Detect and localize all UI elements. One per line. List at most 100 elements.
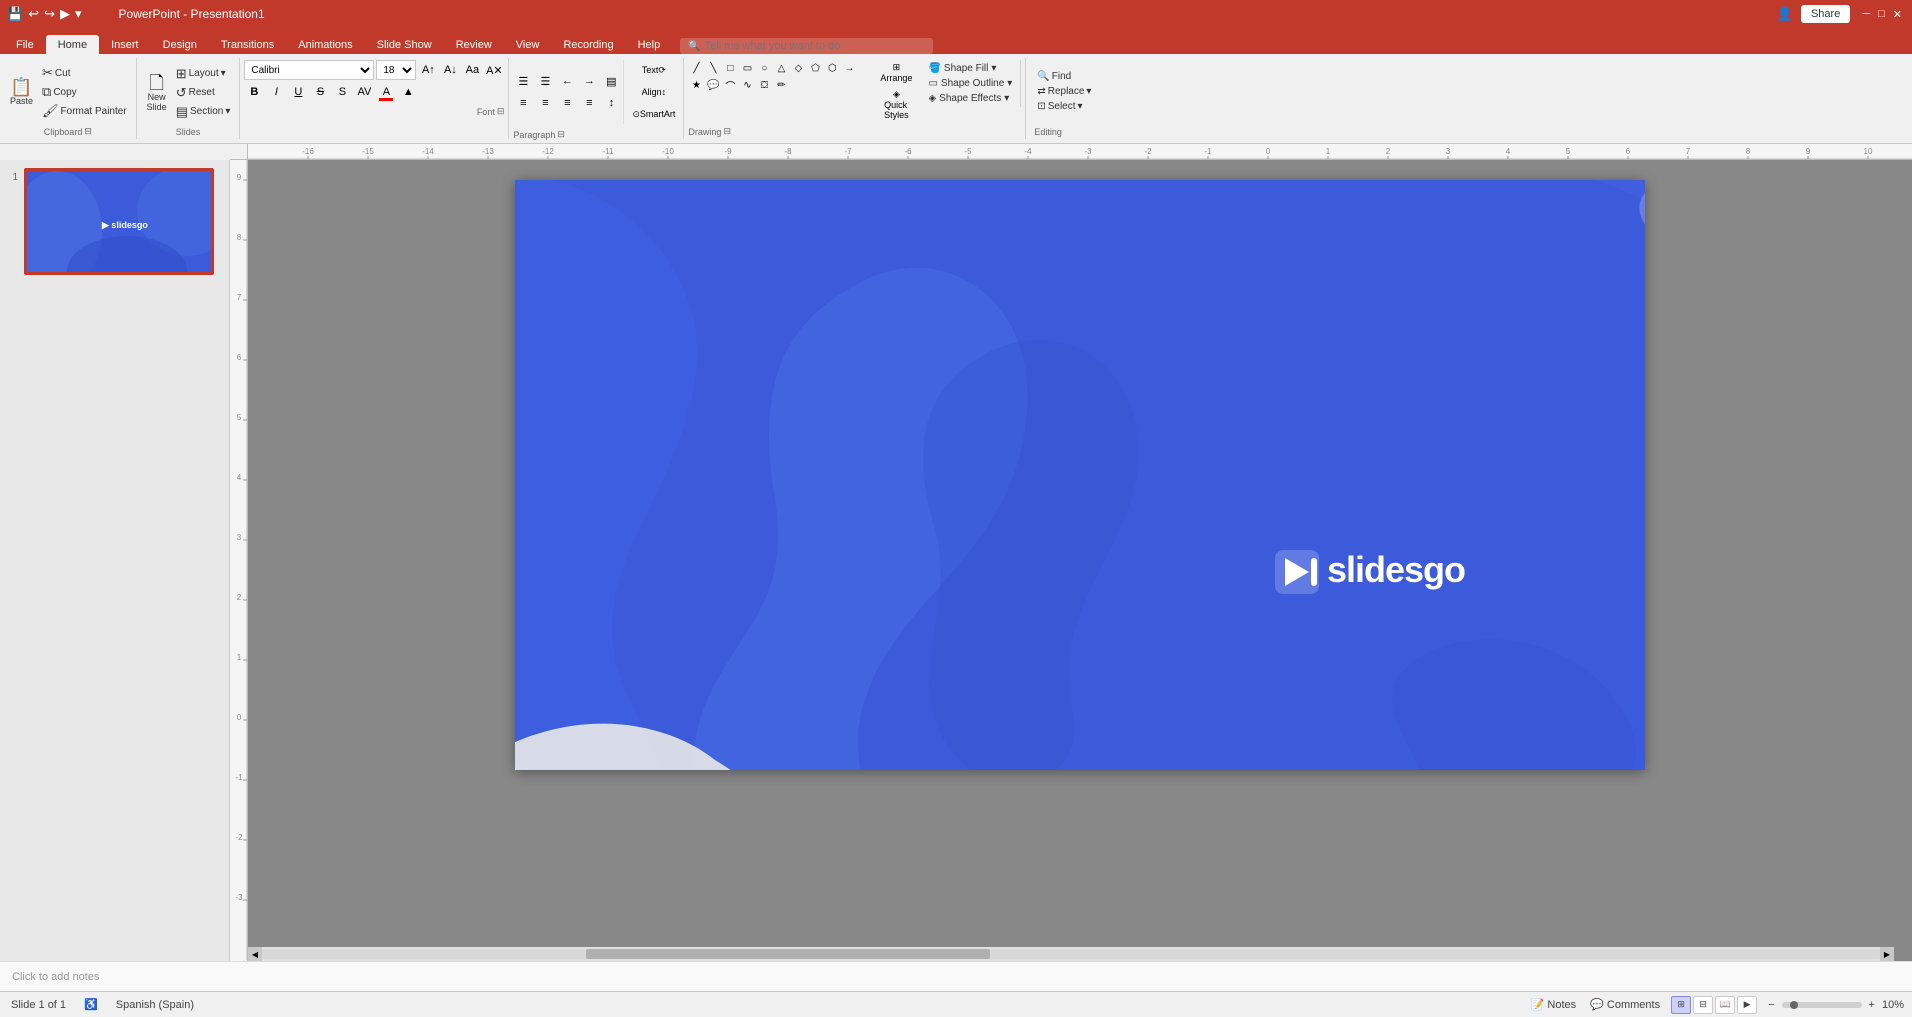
paragraph-expand-icon[interactable]: ⊟	[557, 129, 565, 140]
search-input[interactable]	[705, 40, 925, 52]
oval-shape[interactable]: ○	[756, 60, 772, 76]
shape-effects-dropdown[interactable]: ▾	[1004, 93, 1009, 104]
select-button[interactable]: ⊡ Select ▾	[1034, 100, 1094, 113]
tab-review[interactable]: Review	[444, 35, 504, 54]
arrow-shape[interactable]: →	[841, 60, 857, 76]
tab-help[interactable]: Help	[626, 35, 673, 54]
tab-slideshow[interactable]: Slide Show	[365, 35, 444, 54]
quick-styles-button[interactable]: ◈ Quick Styles	[876, 87, 916, 122]
slideshow-view-button[interactable]: ▶	[1737, 996, 1757, 1014]
align-center-button[interactable]: ≡	[535, 93, 555, 113]
replace-button[interactable]: ⇄ Replace ▾	[1034, 85, 1094, 98]
restore-icon[interactable]: □	[1878, 8, 1885, 20]
accessibility-icon[interactable]: ♿	[81, 997, 101, 1012]
convert-smartart-button[interactable]: ⊙SmartArt	[628, 104, 679, 124]
tab-home[interactable]: Home	[46, 35, 99, 54]
decrease-indent-button[interactable]: ←	[557, 71, 577, 91]
zoom-in-button[interactable]: +	[1866, 998, 1878, 1012]
text-direction-button[interactable]: Text⟳	[628, 60, 679, 80]
canvas-area[interactable]: slidesgo ◀ ▶	[248, 160, 1912, 961]
comments-button[interactable]: 💬 Comments	[1587, 997, 1663, 1012]
rect-shape[interactable]: □	[722, 60, 738, 76]
notes-button[interactable]: 📝 Notes	[1528, 997, 1580, 1012]
scribble-shape[interactable]: ✏	[773, 77, 789, 93]
numbering-button[interactable]: ☰	[535, 71, 555, 91]
line-spacing-button[interactable]: ↕	[601, 93, 621, 113]
grow-font-button[interactable]: A↑	[418, 60, 438, 80]
save-icon[interactable]: 💾	[6, 5, 24, 23]
diamond-shape[interactable]: ◇	[790, 60, 806, 76]
underline-button[interactable]: U	[288, 82, 308, 102]
arc-shape[interactable]: ⌒	[722, 77, 738, 93]
shape-outline-dropdown[interactable]: ▾	[1007, 78, 1012, 89]
minimize-icon[interactable]: ─	[1862, 8, 1870, 20]
callout-shape[interactable]: 💬	[705, 77, 721, 93]
pentagon-shape[interactable]: ⬠	[807, 60, 823, 76]
justify-button[interactable]: ≡	[579, 93, 599, 113]
strikethrough-button[interactable]: S	[310, 82, 330, 102]
font-color-button[interactable]: A	[376, 82, 396, 102]
highlight-button[interactable]: ▲	[398, 82, 418, 102]
find-button[interactable]: 🔍 Find	[1034, 70, 1094, 83]
align-left-button[interactable]: ≡	[513, 93, 533, 113]
font-name-select[interactable]: Calibri	[244, 60, 374, 80]
drawing-expand-icon[interactable]: ⊟	[723, 126, 731, 137]
user-icon[interactable]: 👤	[1777, 6, 1793, 22]
select-dropdown[interactable]: ▾	[1078, 101, 1083, 112]
cut-button[interactable]: ✂ Cut	[39, 64, 130, 82]
char-spacing-button[interactable]: AV	[354, 82, 374, 102]
tab-recording[interactable]: Recording	[551, 35, 625, 54]
paste-button[interactable]: 📋 Paste	[6, 76, 37, 108]
freeform-shape[interactable]: ⛋	[756, 77, 772, 93]
zoom-slider[interactable]	[1782, 1002, 1862, 1008]
horizontal-scrollbar[interactable]: ◀ ▶	[248, 947, 1894, 961]
tab-design[interactable]: Design	[151, 35, 209, 54]
line-shape[interactable]: ╱	[688, 60, 704, 76]
slide-sorter-button[interactable]: ⊟	[1693, 996, 1713, 1014]
redo-icon[interactable]: ↪	[43, 5, 56, 23]
layout-button[interactable]: ⊞ Layout ▾	[173, 65, 234, 83]
triangle-shape[interactable]: △	[773, 60, 789, 76]
shape-outline-button[interactable]: ▭ Shape Outline ▾	[926, 77, 1014, 90]
tab-animations[interactable]: Animations	[286, 35, 364, 54]
increase-indent-button[interactable]: →	[579, 71, 599, 91]
tab-insert[interactable]: Insert	[99, 35, 151, 54]
dropdown-icon[interactable]: ▾	[74, 5, 83, 23]
change-case-button[interactable]: Aa	[462, 60, 482, 80]
shape-fill-dropdown[interactable]: ▾	[991, 63, 996, 74]
tab-file[interactable]: File	[4, 35, 46, 54]
shrink-font-button[interactable]: A↓	[440, 60, 460, 80]
zoom-out-button[interactable]: −	[1765, 998, 1777, 1012]
clear-format-button[interactable]: A✕	[484, 60, 504, 80]
arrange-button[interactable]: ⊞ Arrange	[876, 60, 916, 85]
zoom-slider-thumb[interactable]	[1790, 1001, 1798, 1009]
share-button[interactable]: Share	[1801, 5, 1850, 23]
copy-button[interactable]: ⧉ Copy	[39, 83, 130, 101]
hexagon-shape[interactable]: ⬡	[824, 60, 840, 76]
curve-shape[interactable]: ∿	[739, 77, 755, 93]
italic-button[interactable]: I	[266, 82, 286, 102]
format-painter-button[interactable]: 🖌 Format Painter	[39, 102, 130, 120]
reset-button[interactable]: ↺ Reset	[173, 84, 234, 102]
shadow-button[interactable]: S	[332, 82, 352, 102]
language[interactable]: Spanish (Spain)	[113, 998, 197, 1012]
scroll-right-button[interactable]: ▶	[1880, 947, 1894, 961]
align-text-button[interactable]: Align↕	[628, 82, 679, 102]
scroll-left-button[interactable]: ◀	[248, 947, 262, 961]
replace-dropdown[interactable]: ▾	[1086, 86, 1091, 97]
new-slide-button[interactable]: 🗋 New Slide	[143, 72, 171, 114]
scroll-thumb[interactable]	[586, 949, 991, 959]
close-icon[interactable]: ✕	[1893, 8, 1902, 21]
section-button[interactable]: ▤ Section ▾	[173, 103, 234, 121]
slide-thumbnail-1[interactable]: ▶ slidesgo	[24, 168, 214, 275]
undo-icon[interactable]: ↩	[27, 5, 40, 23]
notes-area[interactable]: Click to add notes	[0, 961, 1912, 991]
font-expand-icon[interactable]: ⊟	[497, 106, 505, 117]
tab-transitions[interactable]: Transitions	[209, 35, 286, 54]
font-size-select[interactable]: 18	[376, 60, 416, 80]
normal-view-button[interactable]: ⊞	[1671, 996, 1691, 1014]
slide-canvas[interactable]: slidesgo	[515, 180, 1645, 770]
star-shape[interactable]: ★	[688, 77, 704, 93]
rounded-rect-shape[interactable]: ▭	[739, 60, 755, 76]
tab-view[interactable]: View	[504, 35, 552, 54]
